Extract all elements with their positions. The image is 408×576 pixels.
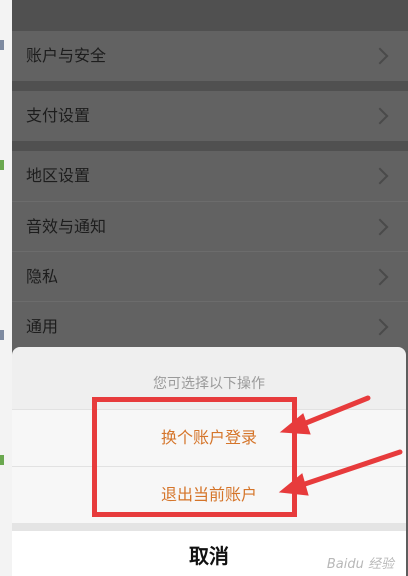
section-gap xyxy=(12,0,408,31)
chevron-right-icon xyxy=(371,268,389,286)
action-sheet-title: 您可选择以下操作 xyxy=(153,376,265,392)
settings-item-label: 支付设置 xyxy=(26,106,91,125)
chevron-right-icon xyxy=(371,218,389,236)
chevron-right-icon xyxy=(371,318,389,336)
edge-mark xyxy=(0,455,4,465)
settings-item-payment[interactable]: 支付设置 xyxy=(12,91,408,141)
section-gap xyxy=(12,81,408,91)
settings-item-label: 通用 xyxy=(26,317,59,336)
settings-item-general[interactable]: 通用 xyxy=(12,301,408,351)
edge-mark xyxy=(0,160,4,170)
chevron-right-icon xyxy=(371,107,389,125)
logout-button[interactable]: 退出当前账户 xyxy=(12,466,406,523)
settings-item-label: 地区设置 xyxy=(26,166,91,185)
phone-screen: 账户与安全 支付设置 地区设置 音效与通知 隐私 通用 您可选择以下操作 换个账… xyxy=(12,0,408,576)
settings-list: 账户与安全 支付设置 地区设置 音效与通知 隐私 通用 xyxy=(12,0,408,351)
settings-item-label: 账户与安全 xyxy=(26,46,107,65)
settings-item-region[interactable]: 地区设置 xyxy=(12,151,408,201)
watermark: Baidu 经验 xyxy=(326,557,394,572)
settings-item-label: 音效与通知 xyxy=(26,217,107,236)
divider xyxy=(12,523,406,531)
settings-item-privacy[interactable]: 隐私 xyxy=(12,251,408,301)
settings-item-label: 隐私 xyxy=(26,267,59,286)
settings-item-sound-notification[interactable]: 音效与通知 xyxy=(12,201,408,251)
section-gap xyxy=(12,141,408,151)
settings-item-account-security[interactable]: 账户与安全 xyxy=(12,31,408,81)
edge-mark xyxy=(0,40,4,50)
chevron-right-icon xyxy=(371,167,389,185)
chevron-right-icon xyxy=(371,47,389,65)
edge-mark xyxy=(0,330,4,340)
switch-account-button[interactable]: 换个账户登录 xyxy=(12,409,406,466)
action-sheet: 您可选择以下操作 换个账户登录 退出当前账户 取消 xyxy=(12,347,406,576)
